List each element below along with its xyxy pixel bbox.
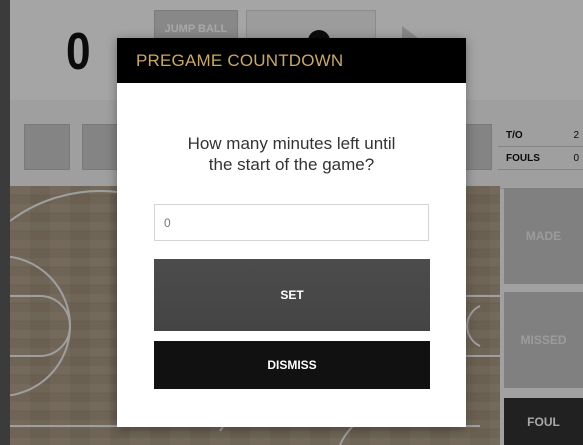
minutes-input[interactable] xyxy=(154,204,429,241)
dialog-title: PREGAME COUNTDOWN xyxy=(117,38,466,83)
dialog-question: How many minutes left until the start of … xyxy=(117,133,466,175)
pregame-countdown-dialog: PREGAME COUNTDOWN How many minutes left … xyxy=(117,38,466,427)
question-text: How many minutes left until the start of … xyxy=(187,134,396,174)
set-button[interactable]: SET xyxy=(154,259,430,331)
dismiss-button[interactable]: DISMISS xyxy=(154,341,430,389)
